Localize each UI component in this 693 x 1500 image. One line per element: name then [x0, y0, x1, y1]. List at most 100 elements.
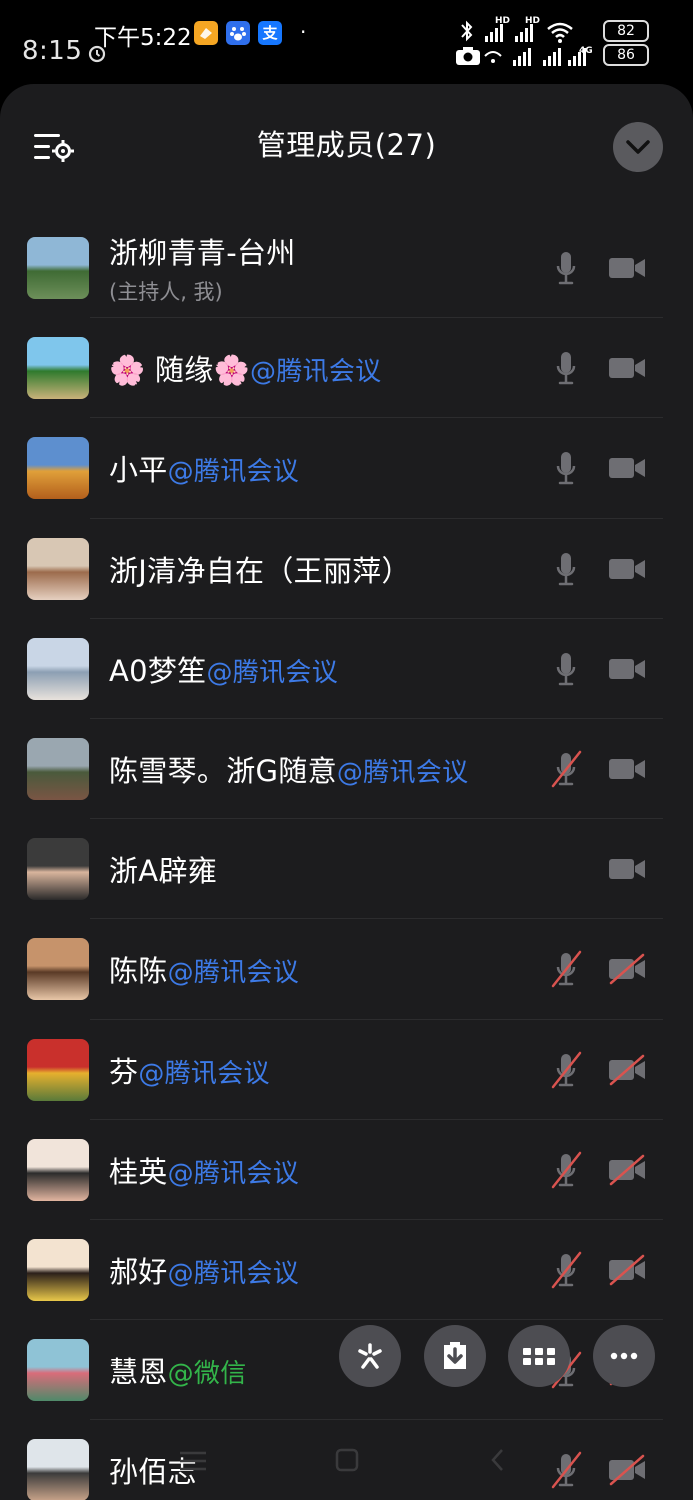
tencent-meeting-tag: @腾讯会议 [167, 1258, 300, 1289]
camera-icon[interactable] [607, 252, 647, 284]
download-icon [444, 1342, 466, 1369]
member-row[interactable]: A0梦笙@腾讯会议 [0, 619, 693, 720]
mic-muted-icon[interactable] [548, 749, 584, 789]
member-info: 郝好@腾讯会议 [109, 1220, 299, 1320]
collapse-button[interactable] [613, 122, 663, 172]
panel-header: 管理成员(27) [0, 84, 693, 204]
tencent-meeting-tag: @腾讯会议 [249, 357, 382, 388]
member-name-line: 芬@腾讯会议 [109, 1049, 270, 1091]
member-name: 桂英 [109, 1154, 168, 1189]
member-name-line: 浙柳青青-台州 [109, 230, 296, 272]
camera-icon[interactable] [607, 853, 647, 885]
camera-icon[interactable] [607, 553, 647, 585]
camera-icon[interactable] [607, 452, 647, 484]
camera-icon[interactable] [607, 653, 647, 685]
camera-icon[interactable] [607, 352, 647, 384]
invite-button[interactable] [339, 1325, 401, 1387]
page-title: 管理成员(27) [256, 128, 437, 162]
tencent-meeting-tag: @腾讯会议 [167, 457, 300, 488]
system-nav-bar [0, 1432, 693, 1492]
camera-off-icon[interactable] [607, 1154, 647, 1186]
member-name: 浙J清净自在（王丽萍） [109, 553, 411, 588]
member-info: 小平@腾讯会议 [109, 418, 299, 518]
grid-button[interactable] [508, 1325, 570, 1387]
status-icons: HD HD 4G 82 86 [449, 16, 669, 72]
member-name: 慧恩 [109, 1355, 168, 1390]
avatar [27, 1339, 89, 1402]
menu-nav-icon[interactable] [176, 1446, 210, 1476]
mic-icon[interactable] [548, 649, 584, 689]
member-name: 芬 [109, 1054, 139, 1089]
avatar [27, 737, 89, 800]
mic-muted-icon[interactable] [548, 1150, 584, 1190]
mic-icon[interactable] [548, 549, 584, 589]
member-panel: 管理成员(27) 浙柳青青-台州 (主持人, 我) 🌸 随缘🌸@腾讯会议 小平@腾讯会… [0, 84, 693, 1500]
member-name-line: 慧恩@微信 [109, 1349, 247, 1391]
avatar [27, 1038, 89, 1101]
mic-icon[interactable] [548, 448, 584, 488]
member-name-line: 小平@腾讯会议 [109, 447, 299, 489]
back-nav-icon[interactable] [486, 1446, 510, 1474]
camera-off-icon[interactable] [607, 1054, 647, 1086]
camera-off-icon[interactable] [607, 1254, 647, 1286]
member-row[interactable]: 陈陈@腾讯会议 [0, 919, 693, 1020]
member-row[interactable]: 浙J清净自在（王丽萍） [0, 519, 693, 619]
member-row[interactable]: 郝好@腾讯会议 [0, 1220, 693, 1321]
member-row[interactable]: 浙柳青青-台州 (主持人, 我) [0, 218, 693, 319]
member-name: 郝好 [109, 1254, 168, 1289]
orange-app-icon [194, 21, 218, 45]
member-row[interactable]: 陈雪琴。浙G随意@腾讯会议 [0, 719, 693, 820]
member-row[interactable]: 浙A辟雍 [0, 819, 693, 920]
battery-front: 82 [603, 20, 649, 42]
grid-icon [523, 1348, 555, 1365]
home-nav-icon[interactable] [333, 1446, 361, 1474]
tencent-meeting-tag: @腾讯会议 [167, 958, 300, 989]
member-role: (主持人, 我) [109, 280, 223, 304]
status-bar: 8:15 下午5:22 支 · HD HD 4G 82 86 [0, 0, 693, 84]
tencent-meeting-tag: @腾讯会议 [138, 1058, 270, 1089]
member-info: 🌸 随缘🌸@腾讯会议 [109, 318, 381, 418]
mic-muted-icon[interactable] [548, 1050, 584, 1090]
member-row[interactable]: 🌸 随缘🌸@腾讯会议 [0, 318, 693, 419]
camera-icon[interactable] [607, 753, 647, 785]
member-row[interactable]: 小平@腾讯会议 [0, 418, 693, 519]
member-name-line: 浙A辟雍 [109, 848, 217, 890]
member-name-line: 陈陈@腾讯会议 [109, 948, 299, 990]
sparkle-icon [358, 1343, 382, 1369]
member-name: A0梦笙 [109, 653, 207, 688]
more-icon [610, 1352, 638, 1360]
member-info: 陈雪琴。浙G随意@腾讯会议 [109, 719, 468, 819]
member-info: 浙A辟雍 [109, 819, 217, 919]
member-name: 陈陈 [109, 954, 168, 989]
member-name: 浙柳青青-台州 [109, 236, 296, 270]
member-row[interactable]: 桂英@腾讯会议 [0, 1120, 693, 1221]
4g-label: 4G [579, 46, 593, 56]
camera-off-icon[interactable] [607, 953, 647, 985]
hd-label-1: HD [495, 16, 511, 26]
mic-icon[interactable] [548, 348, 584, 388]
member-row[interactable]: 芬@腾讯会议 [0, 1020, 693, 1120]
signal-icon-2 [484, 48, 586, 66]
mic-muted-icon[interactable] [548, 949, 584, 989]
bluetooth-icon [461, 20, 473, 42]
avatar [27, 1238, 89, 1301]
member-name-line: 桂英@腾讯会议 [109, 1149, 299, 1191]
member-name-line: 郝好@腾讯会议 [109, 1249, 299, 1291]
more-button[interactable] [593, 1325, 655, 1387]
member-name: 浙A辟雍 [109, 854, 218, 889]
alipay-app-icon: 支 [258, 21, 282, 45]
avatar [27, 938, 89, 1001]
tencent-meeting-tag: @腾讯会议 [167, 1158, 300, 1189]
avatar [27, 537, 89, 600]
member-name: 🌸 随缘🌸 [109, 353, 250, 388]
member-info: 芬@腾讯会议 [109, 1020, 270, 1120]
mic-muted-icon[interactable] [548, 1250, 584, 1290]
wechat-tag: @微信 [167, 1359, 247, 1390]
tencent-meeting-tag: @腾讯会议 [206, 657, 339, 688]
avatar [27, 437, 89, 500]
member-name-line: 浙J清净自在（王丽萍） [109, 548, 411, 590]
notification-dot: · [300, 20, 307, 44]
save-button[interactable] [424, 1325, 486, 1387]
mic-icon[interactable] [548, 248, 584, 288]
chevron-down-icon [626, 140, 650, 154]
